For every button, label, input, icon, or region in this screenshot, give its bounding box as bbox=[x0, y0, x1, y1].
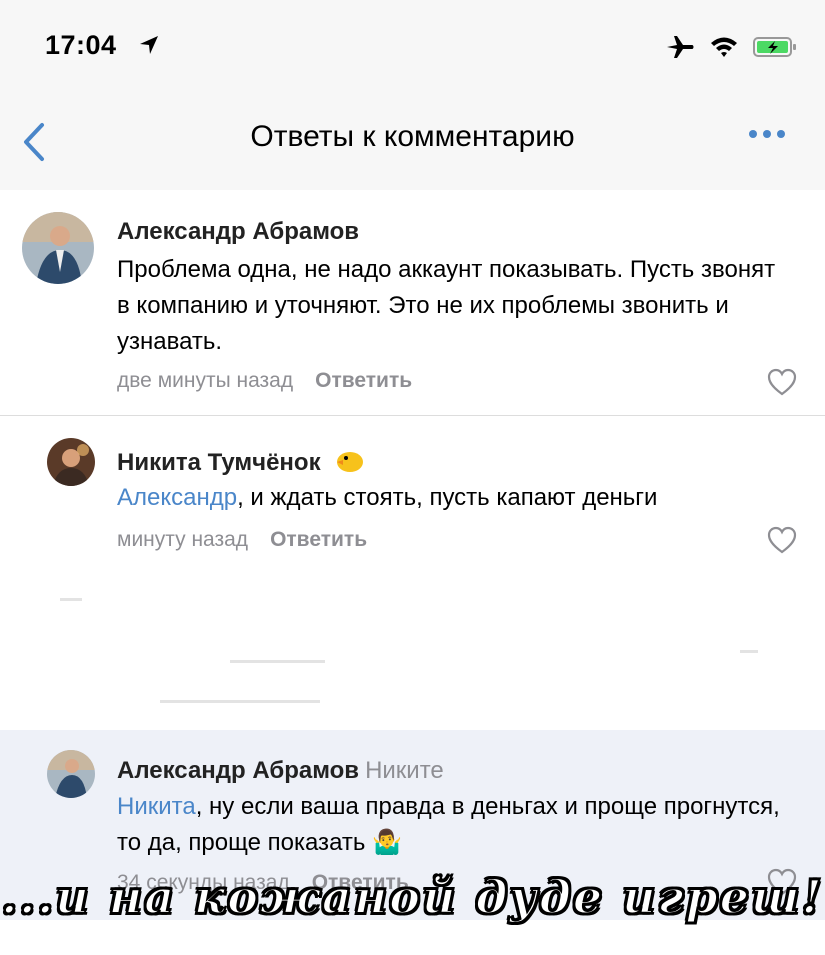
status-time: 17:04 bbox=[45, 30, 117, 60]
comment-time: две минуты назад bbox=[117, 369, 294, 392]
divider bbox=[0, 415, 825, 416]
like-heart-icon[interactable] bbox=[767, 526, 797, 554]
like-heart-icon[interactable] bbox=[767, 368, 797, 396]
status-icons bbox=[665, 34, 797, 60]
overlay-caption: ...и на кожаной дуде игреш! bbox=[0, 869, 824, 925]
erased-comment-residue bbox=[230, 660, 325, 663]
duckling-emoji-icon bbox=[333, 446, 365, 481]
erased-comment-residue bbox=[60, 598, 82, 601]
comment-text: Никита, ну если ваша правда в деньгах и … bbox=[117, 793, 780, 856]
comment-author[interactable]: Александр Абрамов Никите bbox=[117, 757, 444, 785]
comment-time: минуту назад bbox=[117, 528, 249, 551]
erased-comment-residue bbox=[740, 650, 758, 653]
author-name[interactable]: Никита Тумчёнок bbox=[117, 449, 321, 476]
comment-author[interactable]: Александр Абрамов bbox=[117, 218, 359, 246]
comment-author[interactable]: Никита Тумчёнок bbox=[117, 446, 365, 481]
erased-comment-residue bbox=[160, 700, 320, 703]
page-title: Ответы к комментарию bbox=[250, 120, 575, 153]
author-name[interactable]: Александр Абрамов bbox=[117, 218, 359, 245]
comment-text: Проблема одна, не надо аккаунт показыват… bbox=[117, 256, 776, 355]
comment-meta: минуту назад Ответить bbox=[117, 528, 367, 552]
location-arrow-icon bbox=[138, 34, 160, 61]
battery-charging-icon bbox=[753, 37, 796, 57]
author-name[interactable]: Александр Абрамов bbox=[117, 757, 359, 784]
comment-text: Александр, и ждать стоять, пусть капают … bbox=[117, 484, 658, 511]
reply-button[interactable]: Ответить bbox=[270, 528, 367, 551]
bottom-area bbox=[0, 920, 825, 955]
mention-link[interactable]: Александр bbox=[117, 484, 237, 511]
comment-meta: две минуты назад Ответить bbox=[117, 369, 412, 393]
avatar[interactable] bbox=[47, 438, 95, 486]
more-options-icon[interactable] bbox=[749, 130, 785, 138]
avatar[interactable] bbox=[22, 212, 94, 284]
reply-button[interactable]: Ответить bbox=[315, 369, 412, 392]
status-bar: 17:04 bbox=[0, 0, 825, 95]
wifi-icon bbox=[711, 37, 737, 57]
mention-link[interactable]: Никита bbox=[117, 793, 196, 820]
reply-to-label: Никите bbox=[365, 757, 444, 784]
airplane-icon bbox=[667, 36, 694, 58]
avatar[interactable] bbox=[47, 750, 95, 798]
